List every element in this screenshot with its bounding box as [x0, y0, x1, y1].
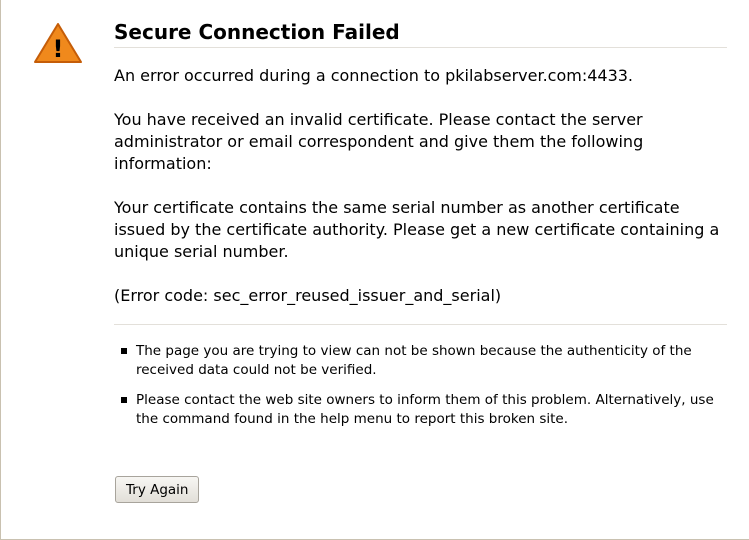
warning-icon-glyph: !	[53, 35, 64, 63]
warning-icon: !	[34, 23, 82, 63]
section-divider	[114, 324, 727, 325]
error-page: ! Secure Connection Failed An error occu…	[0, 0, 749, 540]
error-code-text: (Error code: sec_error_reused_issuer_and…	[114, 286, 502, 305]
help-item-authenticity: The page you are trying to view can not …	[121, 342, 727, 380]
error-description: An error occurred during a connection to…	[114, 65, 727, 307]
try-again-button[interactable]: Try Again	[115, 476, 200, 503]
error-content: Secure Connection Failed An error occurr…	[114, 18, 727, 440]
connection-error-text: An error occurred during a connection to…	[114, 66, 634, 85]
help-item-contact-owners: Please contact the web site owners to in…	[121, 391, 727, 429]
page-title: Secure Connection Failed	[114, 18, 727, 48]
invalid-certificate-text: You have received an invalid certificate…	[114, 110, 644, 173]
serial-conflict-text: Your certificate contains the same seria…	[114, 198, 720, 261]
help-list: The page you are trying to view can not …	[114, 342, 727, 429]
